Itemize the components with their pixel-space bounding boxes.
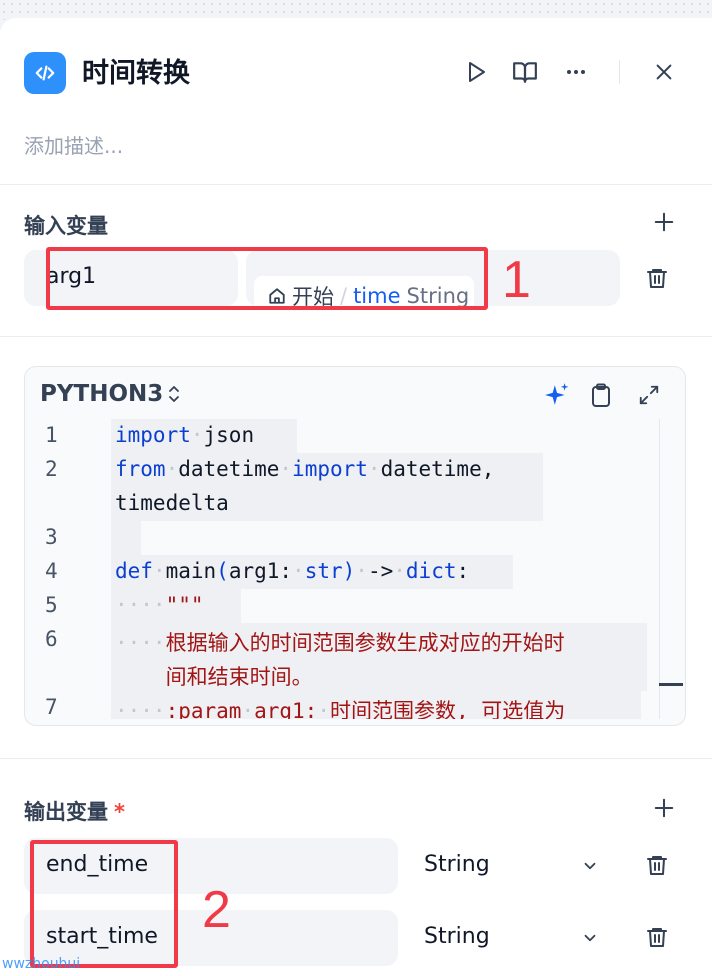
sparkle-icon	[545, 383, 569, 405]
header-separator	[619, 60, 620, 84]
code-line: ····"""	[115, 593, 204, 617]
output-variable-type[interactable]: String	[424, 924, 490, 949]
divider	[0, 758, 712, 759]
chevron-down-icon	[584, 862, 596, 870]
code-line: ····根据输入的时间范围参数生成对应的开始时	[115, 631, 565, 655]
description-input[interactable]: 添加描述...	[24, 130, 123, 159]
divider	[0, 184, 712, 185]
close-icon	[656, 64, 672, 80]
code-line: ····:param·arg1:·时间范围参数, 可选值为	[115, 699, 566, 719]
ai-generate-button[interactable]	[541, 379, 573, 411]
play-icon	[469, 62, 485, 82]
editor-scrollbar[interactable]	[659, 419, 683, 719]
output-variables-title: 输出变量	[24, 800, 108, 824]
divider	[0, 336, 712, 337]
trash-icon	[647, 856, 667, 875]
code-line: timedelta	[115, 491, 229, 515]
type-dropdown-toggle[interactable]	[578, 854, 602, 878]
line-number: 7	[45, 695, 58, 719]
line-number: 5	[45, 593, 58, 617]
canvas-background	[0, 0, 712, 20]
plus-icon	[654, 212, 674, 232]
trash-icon	[647, 928, 667, 947]
node-panel: 时间转换 添加描述... 输入变量 arg1 开始 / time String …	[0, 18, 712, 976]
code-editor[interactable]: PYTHON3 1 2 3 4 5 6 7 import·json from·d…	[24, 366, 686, 726]
delete-output-variable-button[interactable]	[640, 920, 674, 954]
code-line: ····间和结束时间。	[165, 665, 313, 689]
line-number: 6	[45, 627, 58, 651]
annotation-box-1	[46, 247, 488, 310]
watermark: wwzhouhui	[2, 956, 81, 972]
book-icon	[513, 62, 537, 83]
language-label: PYTHON3	[40, 381, 164, 407]
code-area[interactable]: 1 2 3 4 5 6 7 import·json from·datetime·…	[25, 419, 657, 719]
close-button[interactable]	[646, 54, 682, 90]
chevron-down-icon	[584, 934, 596, 942]
trash-icon	[647, 269, 667, 288]
more-icon	[567, 70, 585, 74]
add-output-variable-button[interactable]	[650, 794, 678, 822]
annotation-number-1: 1	[502, 251, 531, 309]
code-line: import·json	[115, 423, 255, 447]
line-number: 1	[45, 423, 58, 447]
delete-output-variable-button[interactable]	[640, 848, 674, 882]
run-button[interactable]	[458, 54, 494, 90]
expand-editor-button[interactable]	[633, 379, 665, 411]
code-line: def·main(arg1:·str)·->·dict:	[115, 559, 470, 583]
add-input-variable-button[interactable]	[650, 208, 678, 236]
output-variable-type[interactable]: String	[424, 852, 490, 877]
line-number: 4	[45, 559, 58, 583]
code-line: from·datetime·import·datetime,	[115, 457, 495, 481]
annotation-number-2: 2	[202, 881, 231, 939]
expand-icon	[639, 385, 659, 405]
plus-icon	[654, 798, 674, 818]
sort-icon	[169, 386, 180, 402]
copy-code-button[interactable]	[585, 379, 617, 411]
line-number: 3	[45, 525, 58, 549]
delete-input-variable-button[interactable]	[640, 261, 674, 295]
input-variables-label: 输入变量	[24, 214, 108, 238]
more-button[interactable]	[558, 54, 594, 90]
line-highlight	[111, 521, 141, 555]
clipboard-icon	[592, 383, 610, 407]
annotation-box-2	[30, 840, 178, 968]
required-mark: *	[114, 800, 125, 824]
docs-button[interactable]	[507, 54, 543, 90]
line-number: 2	[45, 457, 58, 481]
code-icon	[24, 52, 66, 94]
output-variables-label: 输出变量 *	[24, 796, 125, 826]
type-dropdown-toggle[interactable]	[578, 926, 602, 950]
language-selector[interactable]: PYTHON3	[40, 381, 181, 407]
scrollbar-marker	[659, 683, 683, 686]
node-title[interactable]: 时间转换	[82, 54, 190, 94]
